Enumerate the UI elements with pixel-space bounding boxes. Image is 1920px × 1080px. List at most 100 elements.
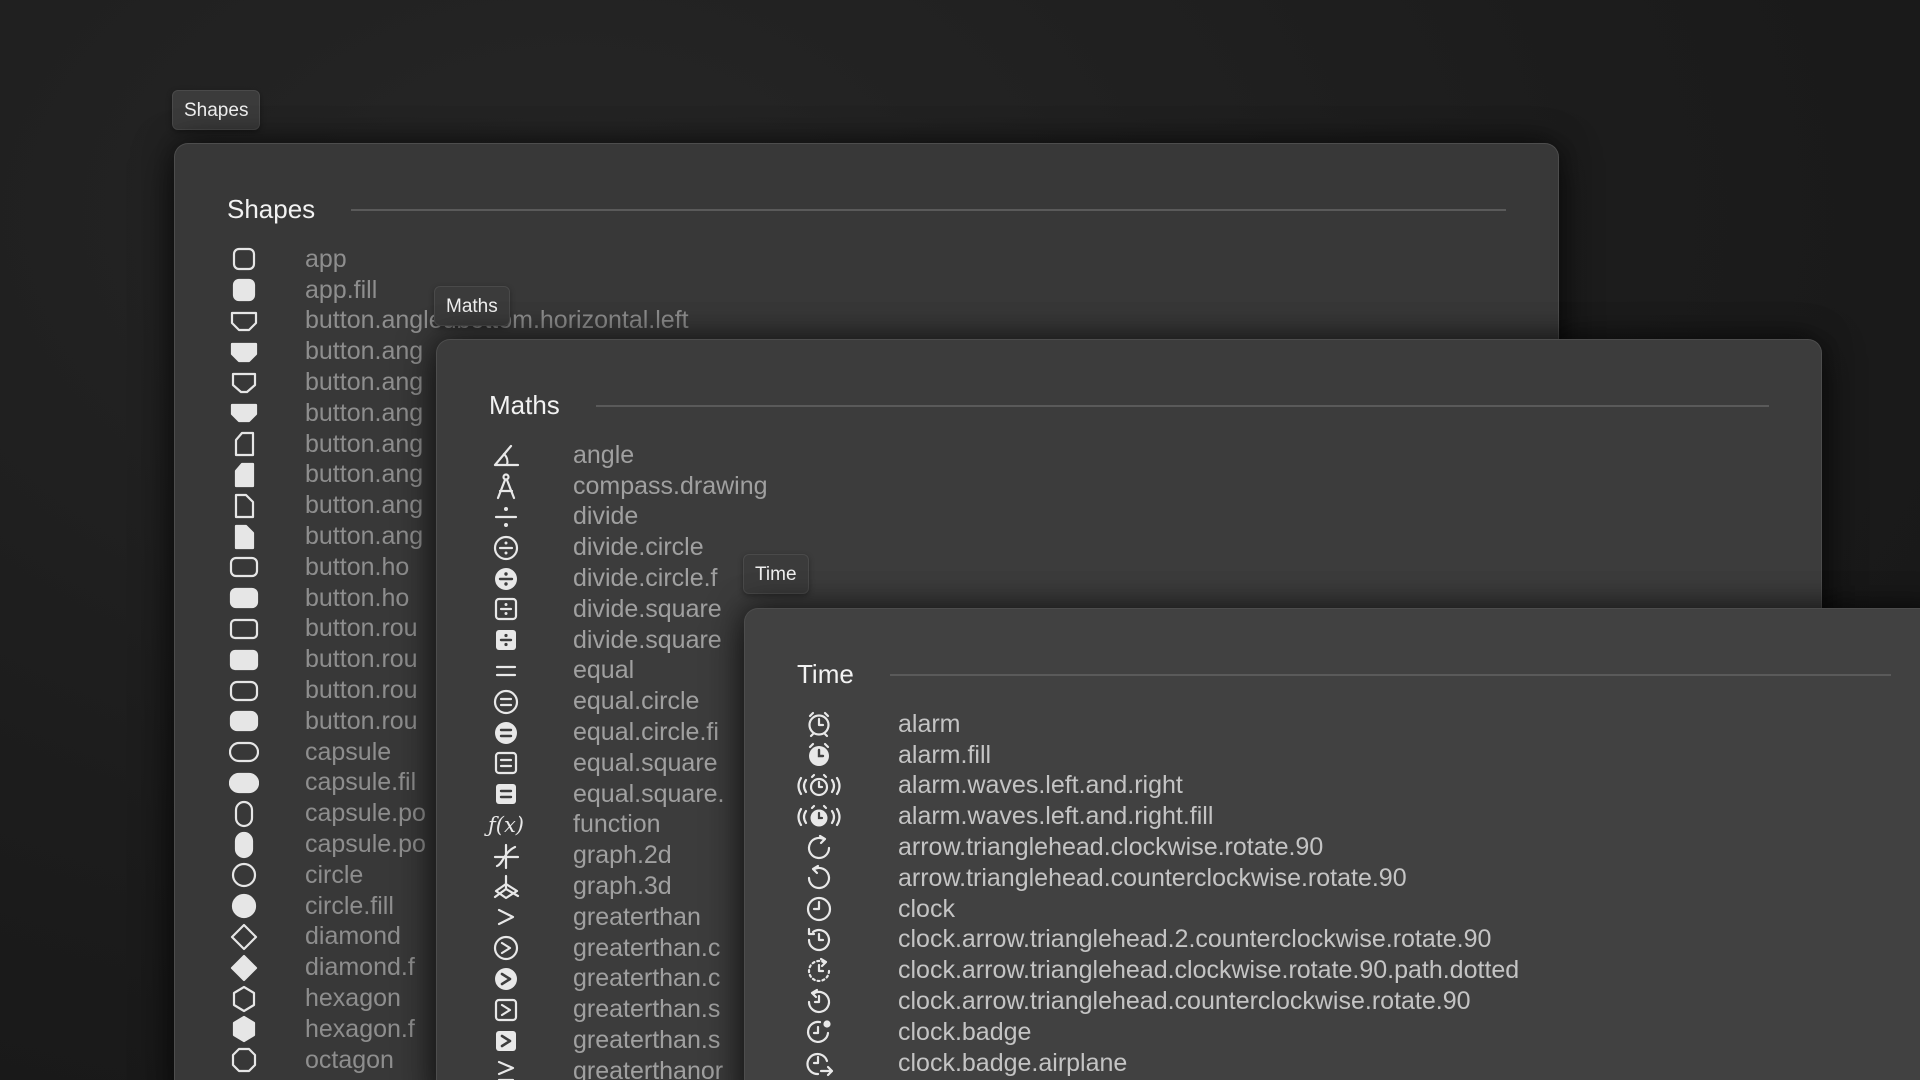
- symbol-name: diamond.f: [305, 953, 415, 982]
- symbol-row-divide-square[interactable]: divide.square: [489, 594, 768, 625]
- symbol-row-arrow-cw[interactable]: arrow.trianglehead.clockwise.rotate.90: [797, 832, 1519, 863]
- symbol-name: button.ang: [305, 337, 424, 366]
- symbol-name: compass.drawing: [573, 471, 768, 500]
- symbol-name: button.ang: [305, 368, 424, 397]
- alarm-fill-icon: [797, 740, 841, 770]
- symbol-row-divide[interactable]: divide: [489, 502, 768, 533]
- button-angled-b-fill-icon: [227, 398, 261, 428]
- symbol-row-greaterthan-circle-fill[interactable]: greaterthan.c: [489, 964, 768, 995]
- symbol-row-divide-square-fill[interactable]: divide.square: [489, 625, 768, 656]
- symbol-row-graph-3d[interactable]: graph.3d: [489, 871, 768, 902]
- section-divider: [351, 208, 1506, 211]
- section-title: Time: [797, 659, 854, 689]
- symbol-name: equal.square.: [573, 779, 725, 808]
- symbol-row-alarm-waves-fill[interactable]: alarm.waves.left.and.right.fill: [797, 801, 1519, 832]
- equal-circle-icon: [489, 687, 523, 717]
- symbol-name: divide.square: [573, 594, 722, 623]
- diamond-icon: [227, 922, 261, 952]
- alarm-waves-icon: [797, 771, 841, 801]
- symbol-name: app: [305, 244, 347, 273]
- maths-section-header: Maths: [489, 390, 1769, 421]
- symbol-row-clock-arrow-2-ccw[interactable]: clock.arrow.trianglehead.2.counterclockw…: [797, 925, 1519, 956]
- octagon-icon: [227, 1045, 261, 1075]
- symbol-row-greaterthan[interactable]: greaterthan: [489, 902, 768, 933]
- maths-symbol-list: angle compass.drawing divide divide.circle d…: [488, 440, 768, 1080]
- symbol-row-equal-square-fill[interactable]: equal.square.: [489, 779, 768, 810]
- symbol-row-greaterthanorequal[interactable]: greaterthanor: [489, 1056, 768, 1080]
- symbol-row-equal-square[interactable]: equal.square: [489, 748, 768, 779]
- button-rounded-2-icon: [227, 676, 261, 706]
- circle-fill-icon: [227, 891, 261, 921]
- symbol-name: button.rou: [305, 614, 418, 643]
- greaterthan-square-icon: [489, 995, 523, 1025]
- button-rounded-fill-icon: [227, 645, 261, 675]
- graph-2d-icon: [489, 841, 523, 871]
- symbol-name: greaterthan.s: [573, 995, 721, 1024]
- compass-drawing-icon: [489, 471, 523, 501]
- shapes-section-header: Shapes: [227, 194, 1506, 225]
- symbol-row-clock-badge-airplane[interactable]: clock.badge.airplane: [797, 1048, 1519, 1079]
- clock-icon: [797, 894, 841, 924]
- symbol-row-clock-arrow-ccw[interactable]: clock.arrow.trianglehead.counterclockwis…: [797, 986, 1519, 1017]
- diamond-fill-icon: [227, 953, 261, 983]
- symbol-row-clock-arrow-cw-dotted[interactable]: clock.arrow.trianglehead.clockwise.rotat…: [797, 955, 1519, 986]
- symbol-name: button.ho: [305, 552, 410, 581]
- symbol-name: divide: [573, 502, 639, 531]
- symbol-row-compass-drawing[interactable]: compass.drawing: [489, 471, 768, 502]
- symbol-name: button.ho: [305, 583, 410, 612]
- symbol-row-clock-badge[interactable]: clock.badge: [797, 1017, 1519, 1048]
- symbol-row-divide-circle-fill[interactable]: divide.circle.f: [489, 563, 768, 594]
- tab-shapes[interactable]: Shapes: [172, 90, 261, 130]
- button-angledbottom-horizontal-left-icon: [227, 306, 261, 336]
- symbol-row-function[interactable]: ƒ(x) function: [488, 810, 768, 841]
- symbol-name: button.rou: [305, 706, 418, 735]
- symbol-row-angle[interactable]: angle: [489, 440, 768, 471]
- button-rounded-2-fill-icon: [227, 706, 261, 736]
- symbol-name: greaterthan.s: [573, 1026, 721, 1055]
- divide-square-fill-icon: [489, 625, 523, 655]
- symbol-name: hexagon.f: [305, 1014, 415, 1043]
- arrow-ccw-icon: [797, 863, 841, 893]
- symbol-name: divide.circle.f: [573, 564, 718, 593]
- symbol-name: alarm.fill: [898, 740, 992, 769]
- symbol-row-equal-circle[interactable]: equal.circle: [489, 686, 768, 717]
- button-angled-b-icon: [227, 368, 261, 398]
- symbol-name: arrow.trianglehead.clockwise.rotate.90: [898, 833, 1324, 862]
- symbol-name: button.ang: [305, 522, 424, 551]
- time-panel: Time alarm alarm.fill alarm.waves.left.and…: [744, 608, 1920, 1080]
- greaterthan-square-fill-icon: [489, 1026, 523, 1056]
- graph-3d-icon: [489, 872, 523, 902]
- symbol-row-graph-2d[interactable]: graph.2d: [489, 840, 768, 871]
- symbol-row-greaterthan-square[interactable]: greaterthan.s: [489, 994, 768, 1025]
- clock-arrow-2-ccw-icon: [797, 925, 841, 955]
- divide-circle-icon: [489, 533, 523, 563]
- symbol-row-app[interactable]: app: [227, 244, 689, 275]
- symbol-name: button.rou: [305, 676, 418, 705]
- symbol-name: clock.arrow.trianglehead.clockwise.rotat…: [898, 956, 1520, 985]
- symbol-row-divide-circle[interactable]: divide.circle: [489, 532, 768, 563]
- symbol-name: circle: [305, 860, 364, 889]
- greaterthan-circle-fill-icon: [489, 964, 523, 994]
- symbol-name: button.ang: [305, 398, 424, 427]
- divide-circle-fill-icon: [489, 564, 523, 594]
- symbol-row-greaterthan-square-fill[interactable]: greaterthan.s: [489, 1025, 768, 1056]
- symbol-row-arrow-ccw[interactable]: arrow.trianglehead.counterclockwise.rota…: [797, 863, 1519, 894]
- symbol-row-equal-circle-fill[interactable]: equal.circle.fi: [489, 717, 768, 748]
- symbol-row-alarm[interactable]: alarm: [797, 709, 1519, 740]
- greaterthan-icon: [489, 902, 523, 932]
- section-divider: [595, 404, 1769, 407]
- alarm-icon: [797, 709, 841, 739]
- symbol-row-alarm-fill[interactable]: alarm.fill: [797, 740, 1519, 771]
- button-angled-v-icon: [227, 429, 261, 459]
- symbol-name: capsule.fil: [305, 768, 417, 797]
- symbol-row-clock[interactable]: clock: [797, 894, 1519, 925]
- arrow-cw-icon: [797, 833, 841, 863]
- symbol-row-alarm-waves[interactable]: alarm.waves.left.and.right: [797, 771, 1519, 802]
- equal-square-icon: [489, 748, 523, 778]
- tab-time[interactable]: Time: [743, 554, 809, 594]
- tab-maths[interactable]: Maths: [434, 286, 510, 326]
- symbol-row-equal[interactable]: equal: [489, 656, 768, 687]
- symbol-row-greaterthan-circle[interactable]: greaterthan.c: [489, 933, 768, 964]
- symbol-name: clock.arrow.trianglehead.counterclockwis…: [898, 987, 1471, 1016]
- symbol-name: app.fill: [305, 275, 378, 304]
